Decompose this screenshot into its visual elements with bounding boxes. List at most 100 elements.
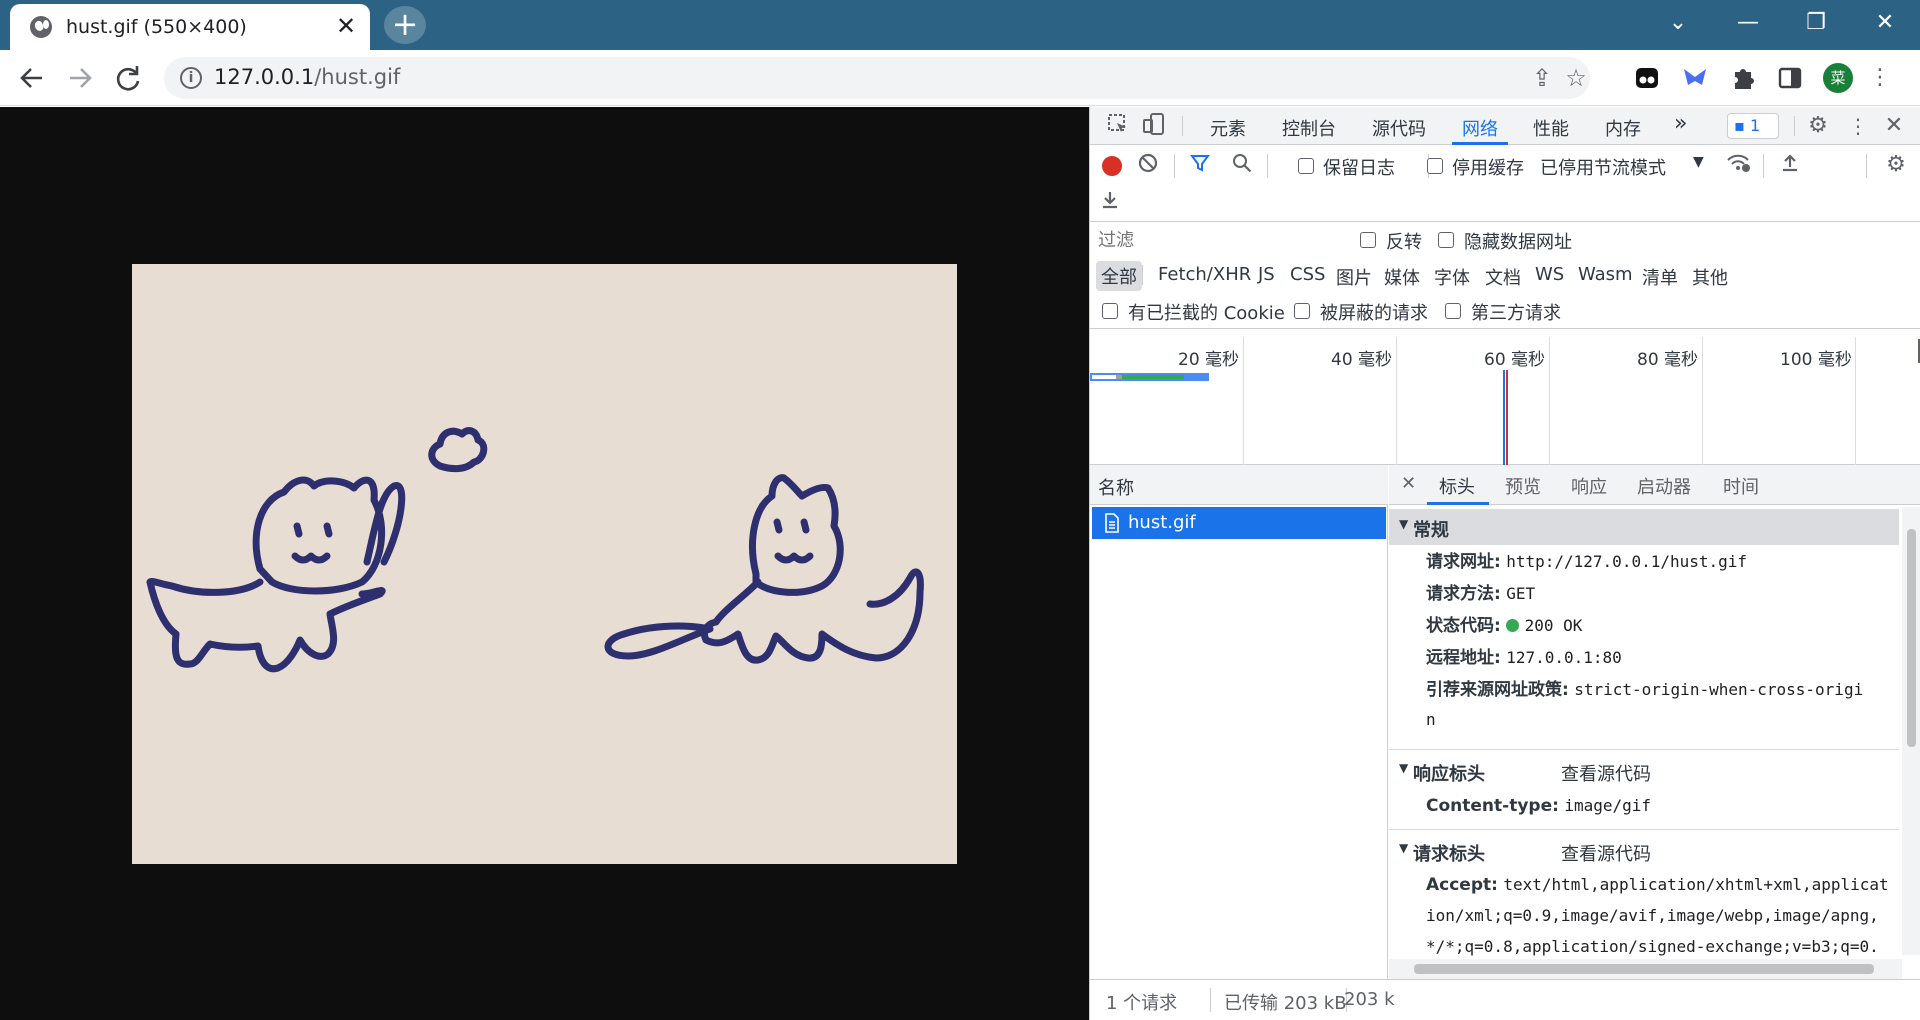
type-filter-all[interactable]: 全部 [1096,261,1142,291]
tab-initiator[interactable]: 启动器 [1637,473,1691,499]
name-column-header[interactable]: 名称 [1098,474,1134,500]
export-har-icon[interactable] [1096,188,1124,216]
network-settings-gear-icon[interactable]: ⚙ [1882,151,1910,179]
arrow-left-icon [20,68,42,88]
tab-response[interactable]: 响应 [1571,473,1607,499]
blocked-cookies-checkbox[interactable] [1102,303,1118,319]
new-tab-button[interactable]: + [384,6,426,44]
active-tab-indicator [1427,502,1489,505]
url-text[interactable]: 127.0.0.1/hust.gif [214,65,400,89]
settings-gear-icon[interactable]: ⚙ [1804,112,1832,140]
tab-close-icon[interactable]: ✕ [333,14,359,40]
back-button[interactable] [14,60,50,96]
preserve-log-checkbox[interactable] [1298,158,1314,174]
network-overview-timeline[interactable]: 20 毫秒 40 毫秒 60 毫秒 80 毫秒 100 毫秒 [1090,337,1920,465]
inspect-element-icon[interactable] [1104,112,1132,140]
disable-cache-label: 停用缓存 [1452,158,1524,179]
invert-checkbox[interactable] [1360,232,1376,248]
profile-avatar[interactable]: 菜 [1823,63,1853,93]
response-headers-section-header[interactable]: ▼ 响应标头 查看源代码 [1389,753,1899,789]
more-menu-icon[interactable]: ⋮ [1868,63,1892,93]
type-filter-fetch-xhr[interactable]: Fetch/XHR [1158,264,1251,285]
minimize-button[interactable]: — [1728,10,1768,36]
referrer-policy-continued: n [1426,710,1436,729]
issues-count: 1 [1749,116,1761,135]
tab-timing[interactable]: 时间 [1723,473,1759,499]
tab-network[interactable]: 网络 [1462,115,1498,141]
tab-console[interactable]: 控制台 [1282,115,1336,141]
type-filter-media[interactable]: 媒体 [1384,264,1420,290]
details-vertical-scrollbar[interactable] [1902,507,1920,955]
accept-header-continued: */*;q=0.8,application/signed-exchange;v=… [1426,937,1879,956]
scrollbar-thumb[interactable] [1907,529,1916,747]
restore-button[interactable]: ❐ [1796,10,1836,36]
record-button[interactable] [1102,156,1122,176]
customize-menu-icon[interactable]: ⋮ [1844,112,1872,140]
general-section-header[interactable]: ▼ 常规 [1389,509,1899,545]
arrow-right-icon [70,68,92,88]
reload-button[interactable] [110,60,146,96]
type-filter-other[interactable]: 其他 [1692,264,1728,290]
invert-label: 反转 [1386,232,1422,253]
hide-data-urls-label: 隐藏数据网址 [1464,232,1572,253]
tab-elements[interactable]: 元素 [1210,115,1246,141]
view-source-link[interactable]: 查看源代码 [1561,840,1651,866]
filter-icon[interactable] [1186,152,1214,180]
tab-memory[interactable]: 内存 [1605,115,1641,141]
throttling-select[interactable]: 已停用节流模式 [1540,154,1666,180]
import-har-icon[interactable] [1776,151,1804,179]
tab-sources[interactable]: 源代码 [1372,115,1426,141]
disable-cache-checkbox[interactable] [1427,158,1443,174]
network-conditions-icon[interactable] [1725,151,1753,179]
divider [1866,154,1867,178]
extensions-puzzle-icon[interactable] [1728,63,1758,93]
window-close-button[interactable]: ✕ [1865,10,1905,36]
bookmark-star-icon[interactable]: ☆ [1562,64,1590,92]
site-info-icon[interactable]: i [180,67,202,89]
request-name: hust.gif [1128,512,1196,533]
details-horizontal-scrollbar[interactable] [1389,959,1902,979]
network-toolbar: 保留日志 停用缓存 已停用节流模式 ▼ ⚙ [1090,146,1920,222]
timeline-waterfall [1090,339,1920,465]
filter-input[interactable] [1094,226,1330,254]
share-icon[interactable]: ⇪ [1528,64,1556,92]
divider [1389,829,1899,830]
extension-bird-icon[interactable] [1680,63,1710,93]
tab-headers[interactable]: 标头 [1439,473,1475,499]
side-panel-icon[interactable] [1775,63,1805,93]
divider [1210,988,1211,1012]
tab-preview[interactable]: 预览 [1505,473,1541,499]
issues-button[interactable]: ▪ 1 [1727,113,1779,139]
more-tabs-icon[interactable]: » [1674,111,1687,136]
type-filter-img[interactable]: 图片 [1336,264,1372,290]
devtools-close-icon[interactable]: ✕ [1880,112,1908,140]
blocked-requests-checkbox[interactable] [1294,303,1310,319]
tab-performance[interactable]: 性能 [1533,115,1569,141]
type-filter-font[interactable]: 字体 [1434,264,1470,290]
type-filter-js[interactable]: JS [1258,264,1275,285]
type-filter-css[interactable]: CSS [1290,264,1325,285]
chevron-down-icon[interactable]: ▼ [1693,154,1704,170]
request-list: 名称 hust.gif [1090,465,1388,1020]
third-party-checkbox[interactable] [1445,303,1461,319]
details-close-icon[interactable]: ✕ [1401,473,1416,494]
clear-icon[interactable] [1134,152,1162,180]
request-row[interactable]: hust.gif [1092,507,1386,539]
type-filter-manifest[interactable]: 清单 [1642,264,1678,290]
type-filter-doc[interactable]: 文档 [1485,264,1521,290]
forward-button[interactable] [62,60,98,96]
tab-search-icon[interactable]: ⌄ [1658,10,1698,36]
scrollbar-thumb[interactable] [1414,964,1874,974]
browser-tab[interactable]: hust.gif (550×400) ✕ [10,4,370,50]
devtools-panel: 元素 控制台 源代码 网络 性能 内存 » ▪ 1 ⚙ ⋮ ✕ 保留日志 停用缓… [1089,107,1920,1020]
type-filter-ws[interactable]: WS [1535,264,1564,285]
search-icon[interactable] [1228,152,1256,180]
type-filter-wasm[interactable]: Wasm [1578,264,1633,285]
accept-header-row: Accept: text/html,application/xhtml+xml,… [1426,875,1889,895]
address-bar[interactable]: i 127.0.0.1/hust.gif ⇪ ☆ [164,57,1590,99]
device-toolbar-icon[interactable] [1140,112,1168,140]
view-source-link[interactable]: 查看源代码 [1561,760,1651,786]
request-headers-section-header[interactable]: ▼ 请求标头 查看源代码 [1389,833,1899,869]
hide-data-urls-checkbox[interactable] [1438,232,1454,248]
extension-app-icon[interactable] [1632,63,1662,93]
